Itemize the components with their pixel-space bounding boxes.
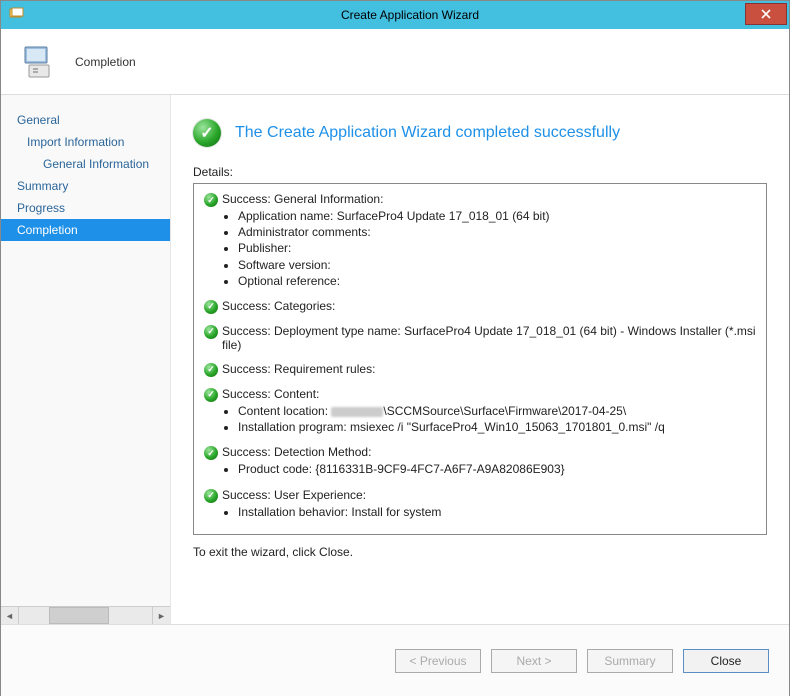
- previous-button: < Previous: [395, 649, 481, 673]
- exit-instruction: To exit the wizard, click Close.: [193, 545, 767, 559]
- window-close-button[interactable]: [745, 3, 787, 25]
- success-categories: Success: Categories:: [222, 299, 335, 313]
- details-label: Details:: [193, 165, 767, 179]
- scroll-thumb[interactable]: [49, 607, 109, 624]
- check-icon: [204, 325, 218, 339]
- app-icon: [9, 7, 25, 23]
- details-panel[interactable]: Success: General Information: Applicatio…: [193, 183, 767, 535]
- check-icon: [204, 193, 218, 207]
- scroll-right-arrow[interactable]: ►: [152, 607, 170, 624]
- check-icon: [204, 388, 218, 402]
- success-user-experience: Success: User Experience:: [222, 488, 366, 502]
- next-button: Next >: [491, 649, 577, 673]
- check-icon: [204, 489, 218, 503]
- sidebar-horizontal-scrollbar[interactable]: ◄ ►: [1, 606, 170, 624]
- scroll-left-arrow[interactable]: ◄: [1, 607, 19, 624]
- nav-summary[interactable]: Summary: [1, 175, 170, 197]
- banner-message: The Create Application Wizard completed …: [235, 124, 620, 142]
- check-icon: [204, 300, 218, 314]
- nav-completion[interactable]: Completion: [1, 219, 170, 241]
- page-heading: Completion: [75, 55, 136, 69]
- success-general-info: Success: General Information:: [222, 192, 383, 206]
- redacted-server: [331, 407, 383, 417]
- success-icon: [193, 119, 221, 147]
- wizard-header: Completion: [1, 29, 789, 95]
- summary-button: Summary: [587, 649, 673, 673]
- titlebar: Create Application Wizard: [1, 1, 789, 29]
- wizard-icon: [19, 41, 61, 83]
- success-content: Success: Content:: [222, 387, 319, 401]
- success-banner: The Create Application Wizard completed …: [193, 119, 767, 147]
- nav-general-information[interactable]: General Information: [1, 153, 170, 175]
- general-info-list: Application name: SurfacePro4 Update 17_…: [204, 208, 756, 289]
- user-exp-list: Installation behavior: Install for syste…: [204, 504, 756, 520]
- success-detection: Success: Detection Method:: [222, 445, 371, 459]
- success-deployment: Success: Deployment type name: SurfacePr…: [222, 324, 756, 352]
- wizard-main: The Create Application Wizard completed …: [171, 95, 789, 624]
- nav-progress[interactable]: Progress: [1, 197, 170, 219]
- close-button[interactable]: Close: [683, 649, 769, 673]
- nav-general[interactable]: General: [1, 109, 170, 131]
- nav-import-information[interactable]: Import Information: [1, 131, 170, 153]
- content-list: Content location: \SCCMSource\Surface\Fi…: [204, 403, 756, 435]
- wizard-sidebar: General Import Information General Infor…: [1, 95, 171, 624]
- check-icon: [204, 363, 218, 377]
- window-title: Create Application Wizard: [31, 8, 789, 22]
- wizard-footer: < Previous Next > Summary Close: [1, 624, 789, 696]
- detection-list: Product code: {8116331B-9CF9-4FC7-A6F7-A…: [204, 461, 756, 477]
- success-requirements: Success: Requirement rules:: [222, 362, 375, 376]
- check-icon: [204, 446, 218, 460]
